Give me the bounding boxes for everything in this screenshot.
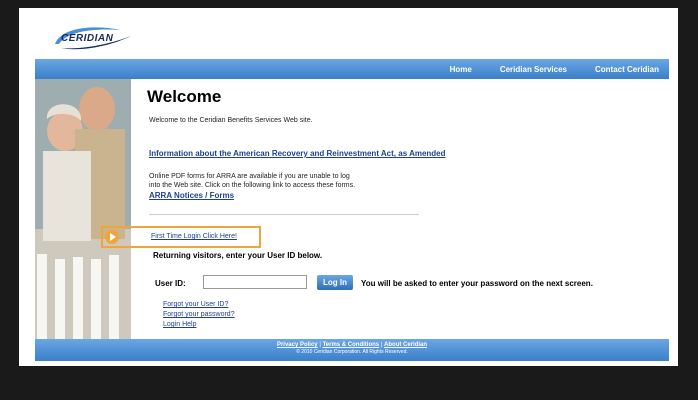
forgot-password-link[interactable]: Forgot your password? <box>163 311 235 318</box>
user-id-input[interactable] <box>203 275 307 289</box>
password-note: You will be asked to enter your password… <box>361 279 593 288</box>
nav-ceridian-services[interactable]: Ceridian Services <box>500 65 567 74</box>
arra-info-link[interactable]: Information about the American Recovery … <box>149 149 446 158</box>
play-icon <box>105 230 119 244</box>
web-page: CERIDIAN Home Ceridian Services Contact … <box>19 8 678 366</box>
video-frame: CERIDIAN Home Ceridian Services Contact … <box>0 0 698 400</box>
intro-text: Welcome to the Ceridian Benefits Service… <box>149 117 313 124</box>
pdf-text-line2: into the Web site. Click on the followin… <box>149 182 356 189</box>
pdf-text-line1: Online PDF forms for ARRA are available … <box>149 173 350 180</box>
arra-notices-link[interactable]: ARRA Notices / Forms <box>149 191 234 200</box>
user-id-label: User ID: <box>155 279 186 288</box>
couple-photo <box>35 79 131 339</box>
footer-bar: Privacy Policy | Terms & Conditions | Ab… <box>35 339 669 361</box>
first-time-login-link[interactable]: First Time Login Click Here! <box>151 233 237 240</box>
page-title: Welcome <box>147 87 222 106</box>
login-help-link[interactable]: Login Help <box>163 321 196 328</box>
nav-home[interactable]: Home <box>450 65 472 74</box>
main-content: Welcome Welcome to the Ceridian Benefits… <box>101 79 669 339</box>
terms-link[interactable]: Terms & Conditions <box>323 342 380 348</box>
top-nav-bar: Home Ceridian Services Contact Ceridian <box>35 59 669 79</box>
brand-name: CERIDIAN <box>61 33 114 44</box>
privacy-policy-link[interactable]: Privacy Policy <box>277 342 318 348</box>
about-ceridian-link[interactable]: About Ceridian <box>384 342 427 348</box>
copyright-text: © 2010 Ceridian Corporation. All Rights … <box>296 349 408 355</box>
forgot-user-id-link[interactable]: Forgot your User ID? <box>163 301 228 308</box>
nav-contact-ceridian[interactable]: Contact Ceridian <box>595 65 659 74</box>
login-button[interactable]: Log In <box>317 275 353 290</box>
divider <box>149 214 419 215</box>
returning-visitors-text: Returning visitors, enter your User ID b… <box>153 251 323 260</box>
